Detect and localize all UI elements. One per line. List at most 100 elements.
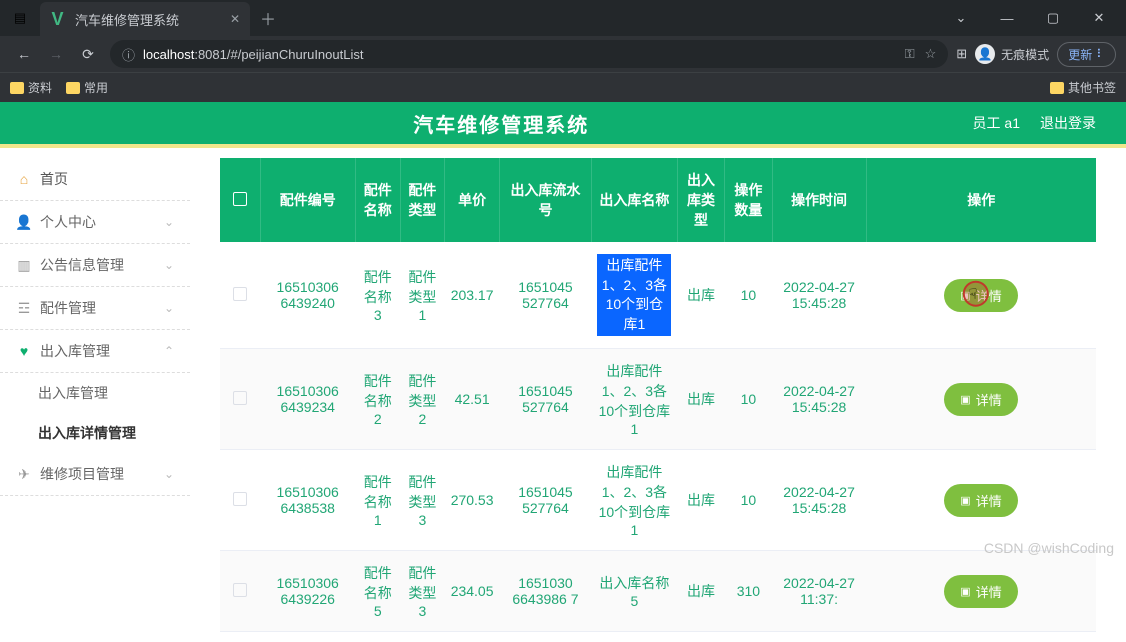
url-text: localhost:8081/#/peijianChuruInoutList [143,47,363,62]
detail-button[interactable]: ▣详情 [944,279,1017,312]
sidebar-home[interactable]: ⌂ 首页 [0,158,190,201]
checkbox-icon[interactable] [233,287,247,301]
chart-icon: ▥ [16,257,32,274]
nav-forward-icon: → [42,40,70,68]
user-label[interactable]: 员工 a1 [973,113,1020,133]
th-price: 单价 [445,158,500,242]
bookmark-item[interactable]: 资料 [10,79,52,96]
th-iotype: 出入库类型 [677,158,724,242]
bookmark-star-icon[interactable]: ☆ [925,46,937,62]
cell-qty: 10 [725,450,773,551]
th-parttype: 配件类型 [400,158,445,242]
sidebar-sub-inout-detail[interactable]: 出入库详情管理 [0,413,190,453]
cell-qty: 10 [725,349,773,450]
cell-serial: 1651045 527764 [500,349,592,450]
sidebar-submenu-inout: 出入库管理 出入库详情管理 [0,373,190,453]
install-app-icon[interactable]: ⊞ [956,46,967,62]
cell-iotype: 出库 [677,242,724,349]
sidebar-item-inout[interactable]: ♥ 出入库管理 ⌃ [0,330,190,373]
new-tab-icon[interactable]: ＋ [260,6,276,30]
th-partno: 配件编号 [260,158,355,242]
cell-parttype: 配件类型3 [400,551,445,632]
cell-checkbox[interactable] [220,349,260,450]
sidebar-item-parts[interactable]: ☲ 配件管理 ⌄ [0,287,190,330]
cell-partname: 配件名称2 [355,349,400,450]
cell-ioname: 出入库名称5 [591,551,677,632]
th-op: 操作 [866,158,1096,242]
checkbox-icon[interactable] [233,492,247,506]
table-header: 配件编号 配件名称 配件类型 单价 出入库流水号 出入库名称 出入库类型 操作数… [220,158,1096,242]
cell-serial: 1651045 527764 [500,450,592,551]
chevron-down-icon: ⌄ [164,215,174,229]
window-minimize-icon[interactable]: — [984,0,1030,36]
tab-close-icon[interactable]: ✕ [230,12,240,26]
cell-parttype: 配件类型1 [400,242,445,349]
page-title: 汽车维修管理系统 [30,109,973,138]
checkbox-icon[interactable] [233,583,247,597]
cell-partno: 16510306 6438538 [260,450,355,551]
chevron-down-icon: ⌄ [164,467,174,481]
browser-tab[interactable]: V 汽车维修管理系统 ✕ [40,2,250,36]
site-info-icon[interactable]: ⓘ [122,45,135,64]
th-serial: 出入库流水号 [500,158,592,242]
nav-back-icon[interactable]: ← [10,40,38,68]
address-bar[interactable]: ⓘ localhost:8081/#/peijianChuruInoutList… [110,40,948,68]
password-key-icon[interactable]: ⚿ [905,46,915,62]
detail-button[interactable]: ▣详情 [944,383,1017,416]
other-bookmarks[interactable]: 其他书签 [1050,79,1116,96]
app-menu-icon[interactable]: ▤ [10,8,30,28]
cell-checkbox[interactable] [220,450,260,551]
cell-op: ▣详情 [866,551,1096,632]
sidebar-sub-inout-manage[interactable]: 出入库管理 [0,373,190,413]
cell-checkbox[interactable] [220,242,260,349]
settings-icon: ☲ [16,300,32,317]
user-icon: 👤 [16,214,32,231]
folder-icon [10,82,24,94]
tab-title: 汽车维修管理系统 [75,10,179,29]
incognito-icon: 👤 [975,44,995,64]
home-icon: ⌂ [16,171,32,187]
cell-partname: 配件名称1 [355,450,400,551]
checkbox-icon[interactable] [233,192,247,206]
th-time: 操作时间 [772,158,866,242]
detail-icon: ▣ [960,494,970,507]
cell-price: 234.05 [445,551,500,632]
cell-iotype: 出库 [677,450,724,551]
cell-partno: 16510306 6439234 [260,349,355,450]
cell-price: 270.53 [445,450,500,551]
update-button[interactable]: 更新 ⠇ [1057,42,1116,67]
cell-time: 2022-04-27 15:45:28 [772,450,866,551]
page-root: 汽车维修管理系统 员工 a1 退出登录 ⌂ 首页 👤 个人中心 ⌄ ▥ 公告信息… [0,102,1126,642]
table-row: 16510306 6439240配件名称3配件类型1203.171651045 … [220,242,1096,349]
cell-serial: 1651045 527764 [500,242,592,349]
detail-button[interactable]: ▣详情 [944,575,1017,608]
cell-partno: 16510306 6439226 [260,551,355,632]
sidebar-item-repair[interactable]: ✈ 维修项目管理 ⌄ [0,453,190,496]
window-chevron-icon[interactable]: ⌄ [938,0,984,36]
cell-checkbox[interactable] [220,551,260,632]
cell-price: 203.17 [445,242,500,349]
detail-button[interactable]: ▣详情 [944,484,1017,517]
cell-op: ▣详情 [866,450,1096,551]
th-ioname: 出入库名称 [591,158,677,242]
cell-qty: 10 [725,242,773,349]
cell-ioname: 出库配件1、2、3各10个到仓库1 [591,242,677,349]
th-checkbox[interactable] [220,158,260,242]
cell-iotype: 出库 [677,349,724,450]
inout-table: 配件编号 配件名称 配件类型 单价 出入库流水号 出入库名称 出入库类型 操作数… [220,158,1096,632]
cell-partname: 配件名称5 [355,551,400,632]
sidebar-item-notice[interactable]: ▥ 公告信息管理 ⌄ [0,244,190,287]
detail-icon: ▣ [960,585,970,598]
sidebar-item-profile[interactable]: 👤 个人中心 ⌄ [0,201,190,244]
cell-time: 2022-04-27 15:45:28 [772,349,866,450]
nav-reload-icon[interactable]: ⟳ [74,40,102,68]
window-maximize-icon[interactable]: ▢ [1030,0,1076,36]
cell-op: ▣详情 [866,349,1096,450]
bookmark-item[interactable]: 常用 [66,79,108,96]
detail-icon: ▣ [960,289,970,302]
cell-time: 2022-04-27 15:45:28 [772,242,866,349]
chevron-down-icon: ⌄ [164,258,174,272]
logout-link[interactable]: 退出登录 [1040,113,1096,133]
window-close-icon[interactable]: ✕ [1076,0,1122,36]
checkbox-icon[interactable] [233,391,247,405]
